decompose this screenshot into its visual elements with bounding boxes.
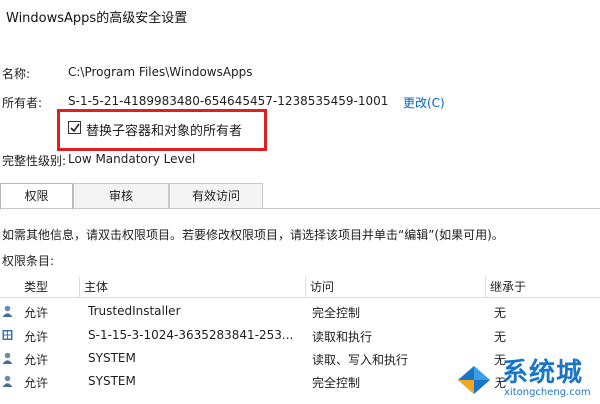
info-text: 如需其他信息，请双击权限项目。若要修改权限项目，请选择该项目并单击“编辑”(如果…: [2, 228, 504, 242]
owner-label: 所有者:: [2, 96, 43, 110]
highlight-box: [57, 109, 267, 151]
access-cell: 读取、写入和执行: [312, 353, 409, 367]
type-cell: 允许: [24, 376, 49, 390]
name-label: 名称:: [2, 67, 31, 81]
title-bar: WindowsApps的高级安全设置: [0, 0, 600, 30]
inherited-cell: 无: [494, 330, 507, 344]
tab-auditing-label: 审核: [108, 189, 133, 203]
watermark-url: xitongcheng.com: [504, 387, 591, 398]
type-cell: 允许: [24, 353, 49, 367]
tab-divider: [0, 208, 600, 209]
tab-effective-access[interactable]: 有效访问: [169, 183, 263, 208]
access-cell: 完全控制: [312, 306, 361, 320]
column-header-principal[interactable]: 主体: [80, 277, 306, 298]
dialog-content: [0, 30, 600, 404]
watermark-brand: 系统城: [502, 358, 584, 388]
column-header-type[interactable]: 类型: [0, 277, 80, 298]
window-title: WindowsApps的高级安全设置: [6, 11, 188, 26]
name-value: C:\Program Files\WindowsApps: [68, 65, 253, 79]
integrity-value: Low Mandatory Level: [68, 152, 196, 166]
integrity-label: 完整性级别:: [2, 154, 67, 168]
column-header-inherited[interactable]: 继承于: [486, 277, 600, 298]
principal-cell: SYSTEM: [88, 374, 136, 388]
type-cell: 允许: [24, 330, 49, 344]
principal-cell: SYSTEM: [88, 351, 136, 365]
access-cell: 读取和执行: [312, 330, 373, 344]
entries-label: 权限条目:: [2, 254, 55, 268]
column-header-access[interactable]: 访问: [306, 277, 486, 298]
package-icon: [2, 330, 13, 340]
inherited-cell: 无: [494, 306, 507, 320]
principal-cell: S-1-15-3-1024-3635283841-253...: [88, 328, 294, 342]
tab-effective-access-label: 有效访问: [191, 189, 240, 203]
user-icon: [2, 352, 13, 364]
principal-cell: TrustedInstaller: [88, 304, 181, 318]
tab-permissions[interactable]: 权限: [0, 183, 73, 210]
user-icon: [2, 305, 13, 317]
change-owner-link[interactable]: 更改(C): [403, 94, 445, 111]
owner-value: S-1-5-21-4189983480-654645457-1238535459…: [68, 94, 389, 108]
tab-auditing[interactable]: 审核: [73, 183, 169, 208]
access-cell: 完全控制: [312, 376, 361, 390]
tab-permissions-label: 权限: [24, 189, 49, 203]
type-cell: 允许: [24, 306, 49, 320]
user-icon: [2, 375, 13, 387]
